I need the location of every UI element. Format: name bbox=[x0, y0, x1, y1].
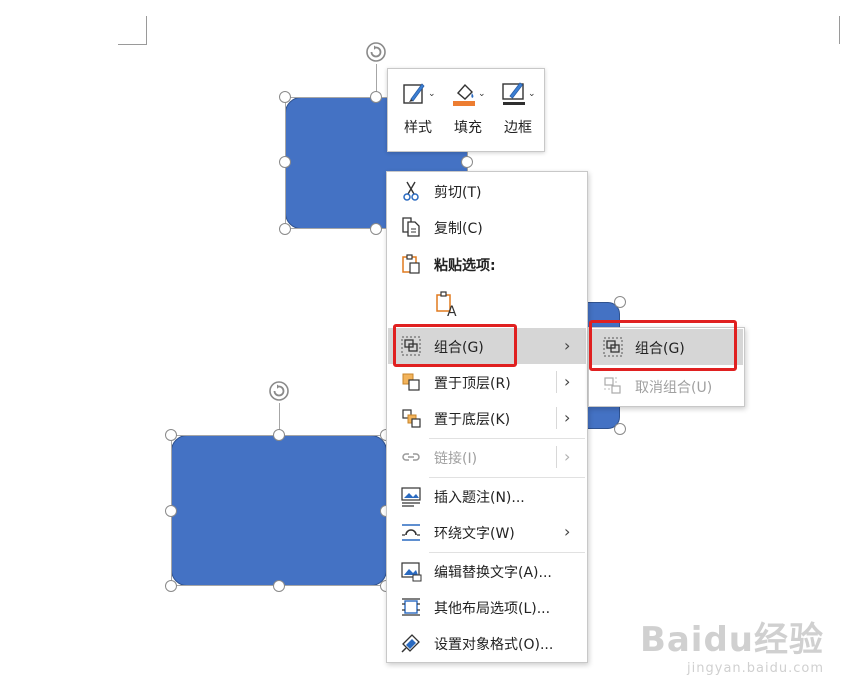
menu-item-label: 剪切(T) bbox=[434, 185, 482, 201]
resize-handle[interactable] bbox=[279, 223, 291, 235]
watermark-url: jingyan.baidu.com bbox=[687, 661, 824, 676]
alt-text-icon bbox=[401, 562, 422, 582]
menu-item-edit-alt-text[interactable]: 编辑替换文字(A)... bbox=[388, 553, 586, 589]
mini-toolbar: ⌄ 样式 ⌄ 填充 ⌄ 边框 bbox=[387, 68, 545, 152]
rotate-handle-icon[interactable] bbox=[365, 41, 387, 63]
rotate-handle-icon[interactable] bbox=[268, 380, 290, 402]
bottom-shape-selection-box bbox=[171, 435, 387, 586]
shape-outline-icon bbox=[502, 82, 525, 105]
menu-item-cut[interactable]: 剪切(T) bbox=[388, 173, 586, 209]
menu-item-layout-options[interactable]: 其他布局选项(L)... bbox=[388, 589, 586, 625]
menu-item-format-object[interactable]: 设置对象格式(O)... bbox=[388, 625, 586, 661]
paste-keep-text-icon: A bbox=[436, 291, 457, 318]
shape-style-icon bbox=[403, 83, 425, 104]
paint-bucket-icon bbox=[453, 83, 475, 106]
resize-handle[interactable] bbox=[273, 429, 285, 441]
copy-icon bbox=[402, 217, 420, 237]
scissors-icon bbox=[403, 181, 419, 201]
crop-mark-left bbox=[118, 16, 147, 45]
submenu-item-ungroup: 取消组合(U) bbox=[590, 368, 743, 404]
menu-item-copy[interactable]: 复制(C) bbox=[388, 209, 586, 245]
resize-handle[interactable] bbox=[279, 91, 291, 103]
resize-handle[interactable] bbox=[165, 505, 177, 517]
menu-item-label: 复制(C) bbox=[434, 221, 483, 237]
style-button[interactable]: ⌄ 样式 bbox=[394, 77, 442, 145]
menu-item-label: 环绕文字(W) bbox=[434, 526, 515, 542]
chevron-right-icon: › bbox=[564, 372, 571, 391]
menu-item-label: 置于底层(K) bbox=[434, 412, 511, 428]
border-label: 边框 bbox=[504, 120, 532, 136]
menu-item-bring-to-front[interactable]: 置于顶层(R) › bbox=[388, 364, 586, 400]
menu-item-link: 链接(I) › bbox=[388, 439, 586, 475]
format-object-icon bbox=[401, 634, 420, 653]
bring-to-front-icon bbox=[402, 373, 420, 391]
fill-label: 填充 bbox=[454, 120, 482, 136]
paste-keep-text-only-button[interactable]: A bbox=[388, 284, 586, 324]
annotation-highlight-box bbox=[393, 324, 517, 367]
split-divider bbox=[556, 407, 557, 429]
chevron-down-icon: ⌄ bbox=[478, 89, 486, 99]
menu-item-label: 链接(I) bbox=[434, 451, 478, 467]
watermark-brand: Baidu经验 bbox=[639, 620, 824, 660]
split-divider bbox=[556, 446, 557, 468]
resize-handle[interactable] bbox=[614, 423, 626, 435]
annotation-highlight-box bbox=[589, 320, 737, 371]
baidu-watermark: Baidu经验 jingyan.baidu.com bbox=[640, 612, 824, 676]
chevron-right-icon: › bbox=[564, 447, 571, 466]
menu-item-label: 设置对象格式(O)... bbox=[434, 637, 554, 653]
ungroup-icon bbox=[604, 377, 621, 394]
layout-options-icon bbox=[402, 598, 420, 616]
chevron-down-icon: ⌄ bbox=[528, 89, 536, 99]
split-divider bbox=[556, 371, 557, 393]
resize-handle[interactable] bbox=[614, 296, 626, 308]
svg-text:A: A bbox=[447, 304, 457, 318]
resize-handle[interactable] bbox=[279, 156, 291, 168]
link-icon bbox=[402, 453, 420, 461]
menu-item-paste-options: 粘贴选项: bbox=[388, 246, 586, 282]
menu-item-insert-caption[interactable]: 插入题注(N)... bbox=[388, 478, 586, 514]
chevron-right-icon: › bbox=[564, 522, 571, 541]
chevron-down-icon: ⌄ bbox=[428, 89, 436, 99]
submenu-item-label: 取消组合(U) bbox=[635, 380, 713, 396]
menu-item-wrap-text[interactable]: 环绕文字(W) › bbox=[388, 514, 586, 550]
insert-caption-icon bbox=[401, 487, 421, 507]
send-to-back-icon bbox=[402, 409, 421, 428]
paste-icon bbox=[402, 254, 420, 274]
border-button[interactable]: ⌄ 边框 bbox=[494, 77, 542, 145]
menu-item-label: 编辑替换文字(A)... bbox=[434, 565, 552, 581]
menu-item-label: 插入题注(N)... bbox=[434, 490, 525, 506]
resize-handle[interactable] bbox=[165, 580, 177, 592]
menu-item-label: 粘贴选项: bbox=[434, 258, 496, 274]
menu-item-send-to-back[interactable]: 置于底层(K) › bbox=[388, 400, 586, 436]
resize-handle[interactable] bbox=[370, 223, 382, 235]
fill-button[interactable]: ⌄ 填充 bbox=[444, 77, 492, 145]
chevron-right-icon: › bbox=[564, 336, 571, 355]
menu-item-label: 置于顶层(R) bbox=[434, 376, 511, 392]
resize-handle[interactable] bbox=[461, 156, 473, 168]
menu-item-label: 其他布局选项(L)... bbox=[434, 601, 551, 617]
resize-handle[interactable] bbox=[165, 429, 177, 441]
resize-handle[interactable] bbox=[370, 91, 382, 103]
chevron-right-icon: › bbox=[564, 408, 571, 427]
resize-handle[interactable] bbox=[273, 580, 285, 592]
style-label: 样式 bbox=[404, 120, 432, 136]
context-menu: 剪切(T) 复制(C) 粘贴选项: A 组合(G) › 置于顶层(R) › 置于… bbox=[386, 171, 588, 663]
wrap-text-icon bbox=[402, 524, 420, 541]
